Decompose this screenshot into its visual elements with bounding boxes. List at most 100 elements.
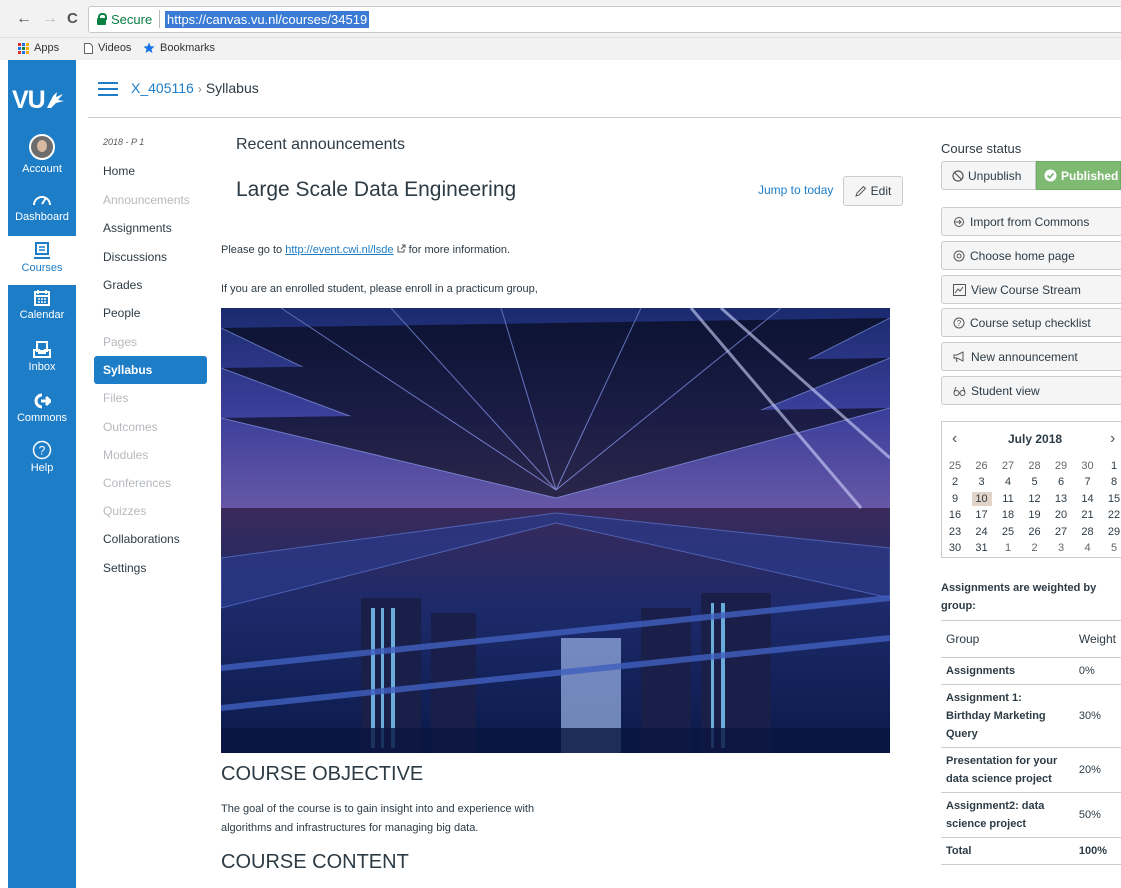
course-nav-assignments[interactable]: Assignments (103, 221, 172, 235)
calendar-day[interactable]: 25 (945, 459, 965, 473)
calendar-day[interactable]: 29 (1104, 525, 1121, 539)
table-total-row: Total 100% (941, 837, 1121, 865)
unpublish-button[interactable]: Unpublish (941, 161, 1036, 190)
vu-logo[interactable]: VU (12, 86, 65, 115)
calendar-day[interactable]: 18 (998, 508, 1018, 522)
help-icon: ? (32, 440, 52, 460)
jump-to-today-link[interactable]: Jump to today (758, 183, 833, 197)
calendar-day[interactable]: 23 (945, 525, 965, 539)
calendar-day[interactable]: 5 (1025, 475, 1045, 489)
course-nav-grades[interactable]: Grades (103, 278, 142, 292)
global-nav-label: Help (30, 462, 54, 474)
breadcrumb-course-link[interactable]: X_405116 (131, 80, 194, 96)
course-nav-people[interactable]: People (103, 306, 140, 320)
course-nav-modules[interactable]: Modules (103, 448, 148, 462)
checklist-icon: ? (953, 317, 965, 328)
calendar-day[interactable]: 7 (1078, 475, 1098, 489)
choose-home-page-button[interactable]: Choose home page (941, 241, 1121, 270)
course-setup-checklist-button[interactable]: ? Course setup checklist (941, 308, 1121, 337)
calendar-day[interactable]: 19 (1025, 508, 1045, 522)
calendar-day[interactable]: 4 (1078, 541, 1098, 555)
calendar-day[interactable]: 3 (972, 475, 992, 489)
button-label: View Course Stream (971, 282, 1081, 297)
course-nav-outcomes[interactable]: Outcomes (103, 420, 158, 434)
course-nav-conferences[interactable]: Conferences (103, 476, 171, 490)
event-link[interactable]: http://event.cwi.nl/lsde (285, 244, 393, 256)
calendar-day[interactable]: 4 (998, 475, 1018, 489)
calendar-day[interactable]: 1 (1104, 459, 1121, 473)
bookmark-videos[interactable]: Videos (84, 42, 131, 54)
global-nav-calendar[interactable]: Calendar (8, 289, 76, 321)
back-icon[interactable]: ← (16, 9, 32, 29)
student-view-button[interactable]: Student view (941, 376, 1121, 405)
course-nav-collaborations[interactable]: Collaborations (103, 532, 180, 546)
calendar-day[interactable]: 31 (972, 541, 992, 555)
calendar-day[interactable]: 17 (972, 508, 992, 522)
calendar-day[interactable]: 28 (1025, 459, 1045, 473)
url-text[interactable]: https://canvas.vu.nl/courses/34519 (165, 11, 370, 28)
course-nav-home[interactable]: Home (103, 164, 135, 178)
lock-icon (97, 13, 107, 25)
calendar-day[interactable]: 2 (945, 475, 965, 489)
calendar-day[interactable]: 12 (1025, 492, 1045, 506)
course-nav-settings[interactable]: Settings (103, 561, 146, 575)
calendar-day[interactable]: 16 (945, 508, 965, 522)
global-nav-commons[interactable]: Commons (8, 392, 76, 424)
address-bar[interactable]: Secure https://canvas.vu.nl/courses/3451… (88, 6, 1121, 33)
global-nav-courses[interactable]: Courses (8, 236, 76, 285)
bookmark-bookmarks[interactable]: Bookmarks (143, 42, 215, 54)
calendar-day[interactable]: 26 (972, 459, 992, 473)
calendar-day[interactable]: 27 (998, 459, 1018, 473)
new-announcement-button[interactable]: New announcement (941, 342, 1121, 371)
global-nav-label: Commons (16, 412, 68, 424)
weight-cell: 100% (1066, 837, 1121, 865)
calendar-day[interactable]: 26 (1025, 525, 1045, 539)
edit-button[interactable]: Edit (843, 176, 903, 206)
calendar-day[interactable]: 9 (945, 492, 965, 506)
calendar-day[interactable]: 2 (1025, 541, 1045, 555)
calendar-day[interactable]: 25 (998, 525, 1018, 539)
calendar-day[interactable]: 22 (1104, 508, 1121, 522)
calendar-day[interactable]: 10 (971, 491, 992, 506)
published-button[interactable]: Published (1036, 161, 1121, 190)
calendar-next-icon[interactable]: › (1110, 430, 1115, 448)
calendar-day[interactable]: 3 (1051, 541, 1071, 555)
calendar-prev-icon[interactable]: ‹ (952, 430, 957, 448)
global-nav-label: Calendar (19, 309, 65, 321)
calendar-day[interactable]: 30 (1078, 459, 1098, 473)
calendar-day[interactable]: 24 (972, 525, 992, 539)
calendar-day[interactable]: 20 (1051, 508, 1071, 522)
course-nav-pages[interactable]: Pages (103, 335, 137, 349)
forward-icon[interactable]: → (42, 9, 58, 29)
commons-icon (34, 393, 51, 409)
reload-icon[interactable]: C (67, 9, 78, 29)
course-nav-quizzes[interactable]: Quizzes (103, 504, 146, 518)
import-from-commons-button[interactable]: Import from Commons (941, 207, 1121, 236)
calendar-day[interactable]: 27 (1051, 525, 1071, 539)
menu-icon[interactable] (98, 82, 118, 96)
calendar-day[interactable]: 13 (1051, 492, 1071, 506)
info-paragraph: Please go to http://event.cwi.nl/lsde fo… (221, 244, 510, 256)
global-nav-help[interactable]: ? Help (8, 440, 76, 474)
course-nav-files[interactable]: Files (103, 391, 128, 405)
svg-text:?: ? (957, 319, 962, 328)
calendar-day[interactable]: 28 (1078, 525, 1098, 539)
calendar-day[interactable]: 11 (998, 492, 1018, 506)
calendar-day[interactable]: 8 (1104, 475, 1121, 489)
calendar-day[interactable]: 14 (1078, 492, 1098, 506)
calendar-day[interactable]: 15 (1104, 492, 1121, 506)
calendar-day[interactable]: 29 (1051, 459, 1071, 473)
global-nav-account[interactable]: Account (8, 134, 76, 175)
course-nav-announcements[interactable]: Announcements (103, 193, 190, 207)
course-nav-discussions[interactable]: Discussions (103, 250, 167, 264)
bookmark-apps[interactable]: Apps (18, 42, 59, 54)
global-nav-inbox[interactable]: Inbox (8, 341, 76, 373)
calendar-day[interactable]: 6 (1051, 475, 1071, 489)
calendar-day[interactable]: 1 (998, 541, 1018, 555)
calendar-day[interactable]: 21 (1078, 508, 1098, 522)
calendar-day[interactable]: 5 (1104, 541, 1121, 555)
global-nav-dashboard[interactable]: Dashboard (8, 191, 76, 223)
course-nav-syllabus[interactable]: Syllabus (103, 363, 152, 377)
calendar-day[interactable]: 30 (945, 541, 965, 555)
view-course-stream-button[interactable]: View Course Stream (941, 275, 1121, 304)
